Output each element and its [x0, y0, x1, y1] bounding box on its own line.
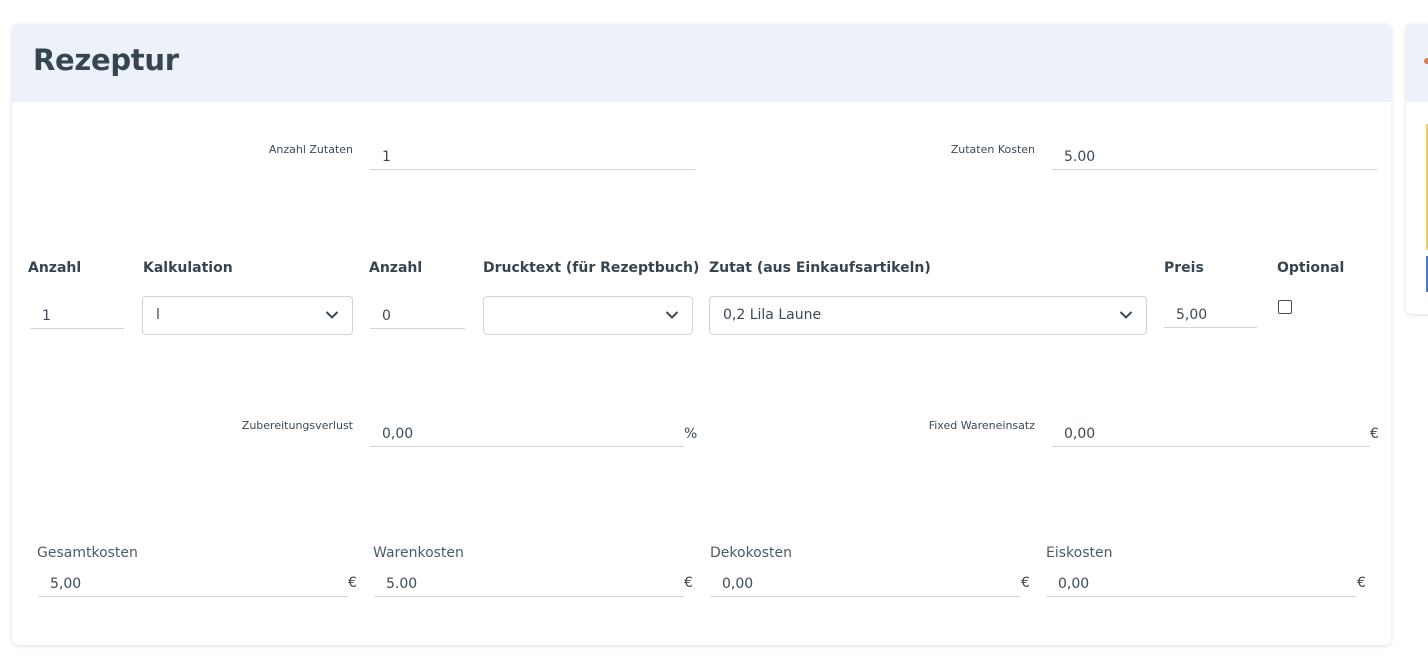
- zutat-select[interactable]: 0,2 Lila Laune: [709, 296, 1147, 335]
- chevron-down-icon: [325, 311, 339, 319]
- anzahl-zutaten-field[interactable]: 1: [370, 144, 695, 170]
- zutaten-kosten-label: Zutaten Kosten: [950, 143, 1035, 156]
- drucktext-select[interactable]: [483, 296, 693, 335]
- euro-unit: €: [348, 575, 357, 591]
- preis-input[interactable]: 5,00: [1164, 302, 1257, 328]
- col-header-preis: Preis: [1164, 260, 1204, 276]
- fixed-wareneinsatz-input[interactable]: 0,00: [1052, 421, 1370, 447]
- col-header-anzahl: Anzahl: [28, 260, 82, 276]
- euro-unit: €: [1370, 426, 1379, 442]
- zutat-value: 0,2 Lila Laune: [723, 307, 822, 323]
- fixed-wareneinsatz-label: Fixed Wareneinsatz: [928, 419, 1035, 432]
- row-anzahl-2-input[interactable]: 0: [370, 303, 465, 329]
- card-header: Rezeptur: [12, 24, 1391, 102]
- side-card: [1406, 24, 1428, 314]
- chevron-down-icon: [665, 311, 679, 319]
- zubereitungsverlust-label: Zubereitungsverlust: [241, 419, 353, 432]
- col-header-optional: Optional: [1277, 260, 1345, 276]
- euro-unit: €: [684, 575, 693, 591]
- col-header-drucktext: Drucktext (für Rezeptbuch): [483, 260, 700, 276]
- col-header-anzahl-2: Anzahl: [369, 260, 423, 276]
- recipe-card: Rezeptur Anzahl Zutaten 1 Zutaten Kosten…: [12, 24, 1391, 645]
- row-anzahl-input[interactable]: 1: [30, 303, 124, 329]
- euro-unit: €: [1357, 575, 1366, 591]
- col-header-kalkulation: Kalkulation: [143, 260, 233, 276]
- col-header-zutat: Zutat (aus Einkaufsartikeln): [709, 260, 931, 276]
- warenkosten-label: Warenkosten: [373, 545, 464, 561]
- zubereitungsverlust-input[interactable]: 0,00: [370, 421, 684, 447]
- eiskosten-label: Eiskosten: [1046, 545, 1113, 561]
- dekokosten-label: Dekokosten: [710, 545, 793, 561]
- anzahl-zutaten-label: Anzahl Zutaten: [268, 143, 353, 156]
- optional-checkbox[interactable]: [1278, 300, 1292, 314]
- zutaten-kosten-field[interactable]: 5.00: [1052, 144, 1377, 170]
- warenkosten-field[interactable]: 5.00: [374, 571, 684, 597]
- card-title: Rezeptur: [33, 43, 179, 77]
- chevron-down-icon: [1119, 311, 1133, 319]
- side-card-header: [1406, 24, 1428, 102]
- status-dot-icon: [1424, 58, 1428, 64]
- eiskosten-field[interactable]: 0,00: [1046, 571, 1357, 597]
- euro-unit: €: [1021, 575, 1030, 591]
- dekokosten-field[interactable]: 0,00: [710, 571, 1021, 597]
- gesamtkosten-label: Gesamtkosten: [37, 545, 138, 561]
- kalkulation-value: l: [156, 307, 160, 323]
- percent-unit: %: [684, 426, 698, 442]
- kalkulation-select[interactable]: l: [142, 296, 353, 335]
- gesamtkosten-field[interactable]: 5,00: [38, 571, 348, 597]
